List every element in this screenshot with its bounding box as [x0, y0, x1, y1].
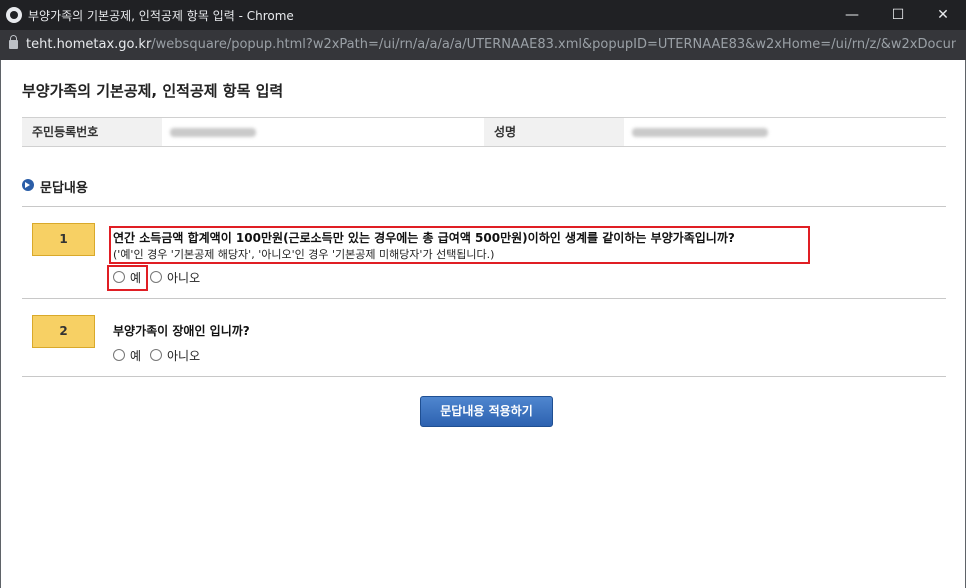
url-host: teht.hometax.go.kr [26, 37, 152, 52]
question-2-text: 부양가족이 장애인 입니까? [113, 324, 250, 338]
question-2-no-radio[interactable] [150, 349, 162, 361]
window-titlebar: 부양가족의 기본공제, 인적공제 항목 입력 - Chrome — ☐ ✕ [0, 0, 966, 30]
chrome-icon [6, 7, 22, 23]
question-number-badge: 1 [32, 223, 95, 256]
question-1-no-radio[interactable] [150, 271, 162, 283]
section-divider-top [22, 206, 946, 207]
question-number-badge: 2 [32, 315, 95, 348]
apply-answers-button[interactable]: 문답내용 적용하기 [420, 396, 553, 427]
resident-number-value-redacted [170, 128, 256, 137]
question-1-text: 연간 소득금액 합계액이 100만원(근로소득만 있는 경우에는 총 급여액 5… [113, 231, 735, 245]
name-label: 성명 [484, 118, 624, 146]
question-1-note: ('예'인 경우 '기본공제 해당자', '아니오'인 경우 '기본공제 미해당… [113, 248, 495, 261]
section-divider-bottom [22, 376, 946, 377]
question-1-options: 예 아니오 [113, 268, 233, 286]
question-2-no-label[interactable]: 아니오 [167, 347, 200, 364]
question-1-no-label[interactable]: 아니오 [167, 269, 200, 286]
url-path: /websquare/popup.html?w2xPath=/ui/rn/a/a… [151, 37, 956, 52]
popup-content: 부양가족의 기본공제, 인적공제 항목 입력 주민등록번호 성명 문답내용 1 … [0, 60, 966, 588]
window-title: 부양가족의 기본공제, 인적공제 항목 입력 - Chrome [28, 9, 294, 23]
close-button[interactable]: ✕ [920, 0, 966, 30]
question-2-yes-radio[interactable] [113, 349, 125, 361]
url-text[interactable]: teht.hometax.go.kr/websquare/popup.html?… [26, 37, 956, 52]
section-bullet-icon [22, 179, 34, 191]
question-2-yes-label[interactable]: 예 [130, 347, 141, 364]
section-title: 문답내용 [40, 181, 88, 196]
lock-icon [9, 35, 18, 49]
resident-number-label: 주민등록번호 [22, 118, 162, 146]
question-1-yes-radio[interactable] [113, 271, 125, 283]
page-title: 부양가족의 기본공제, 인적공제 항목 입력 [22, 82, 284, 100]
address-bar[interactable]: teht.hometax.go.kr/websquare/popup.html?… [0, 30, 966, 60]
maximize-button[interactable]: ☐ [875, 0, 921, 30]
name-value-redacted [632, 128, 768, 137]
minimize-button[interactable]: — [829, 0, 875, 30]
question-1-yes-label[interactable]: 예 [130, 269, 141, 286]
question-2-options: 예 아니오 [113, 346, 233, 364]
question-divider [22, 298, 946, 299]
info-table: 주민등록번호 성명 [22, 117, 946, 147]
